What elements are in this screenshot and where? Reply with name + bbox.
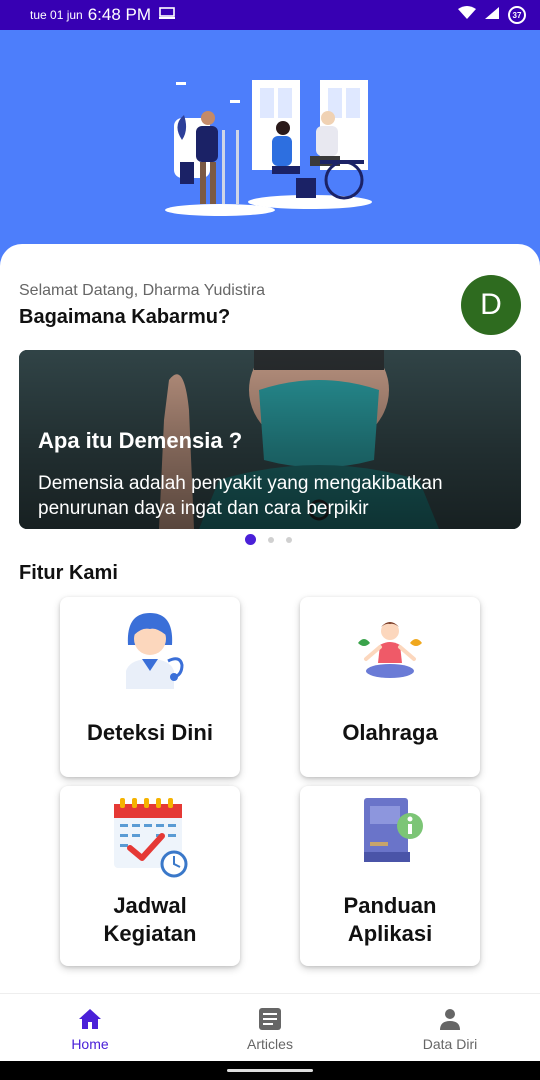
person-icon	[440, 1008, 460, 1030]
feature-card-deteksi-dini[interactable]: Deteksi Dini	[60, 597, 240, 777]
system-navigation-bar	[0, 1061, 540, 1080]
section-title: Fitur Kami	[19, 562, 118, 584]
greeting-question: Bagaimana Kabarmu?	[19, 306, 231, 328]
status-date: tue 01 jun	[30, 8, 83, 22]
battery-indicator: 37	[508, 6, 526, 24]
main-content: Selamat Datang, Dharma Yudistira Bagaima…	[0, 244, 540, 994]
hero-header	[0, 30, 540, 270]
wifi-icon	[458, 5, 476, 25]
status-bar: tue 01 jun 6:48 PM 37	[0, 0, 540, 30]
carousel-dot-2[interactable]	[268, 536, 274, 543]
guide-book-icon	[364, 798, 423, 862]
banner-description: Demensia adalah penyakit yang mengakibat…	[38, 473, 443, 519]
home-icon	[79, 1008, 101, 1029]
nav-label: Home	[71, 1035, 109, 1052]
feature-label: Jadwal Kegiatan	[103, 893, 197, 946]
welcome-text: Selamat Datang, Dharma Yudistira	[19, 282, 266, 299]
nav-articles[interactable]: Articles	[180, 994, 360, 1061]
doctor-icon	[126, 613, 184, 689]
cast-icon	[159, 6, 176, 24]
feature-label: Deteksi Dini	[87, 720, 213, 745]
carousel-dot-3[interactable]	[286, 536, 292, 543]
avatar[interactable]: D	[461, 275, 521, 335]
feature-card-panduan-aplikasi[interactable]: Panduan Aplikasi	[300, 786, 480, 966]
bottom-navigation: Home Articles Data Diri	[0, 993, 540, 1061]
signal-icon	[484, 6, 500, 25]
carousel-dot-1[interactable]	[245, 534, 256, 545]
status-time: 6:48 PM	[87, 5, 152, 24]
nav-data-diri[interactable]: Data Diri	[360, 994, 540, 1061]
feature-label: Olahraga	[342, 720, 438, 745]
yoga-icon	[358, 622, 422, 678]
articles-icon	[259, 1007, 281, 1030]
nav-label: Data Diri	[422, 1035, 478, 1052]
feature-card-jadwal-kegiatan[interactable]: Jadwal Kegiatan	[60, 786, 240, 966]
feature-card-olahraga[interactable]: Olahraga	[300, 597, 480, 777]
banner-title: Apa itu Demensia ?	[38, 428, 243, 453]
calendar-icon	[114, 798, 188, 878]
banner-carousel[interactable]: Apa itu Demensia ? Demensia adalah penya…	[19, 350, 521, 529]
carousel-indicator[interactable]	[245, 534, 292, 545]
caregiver-illustration	[165, 80, 372, 216]
nav-home[interactable]: Home	[0, 994, 180, 1061]
feature-label: Panduan Aplikasi	[343, 893, 437, 946]
nav-label: Articles	[247, 1035, 293, 1052]
home-gesture-handle[interactable]	[227, 1069, 313, 1072]
